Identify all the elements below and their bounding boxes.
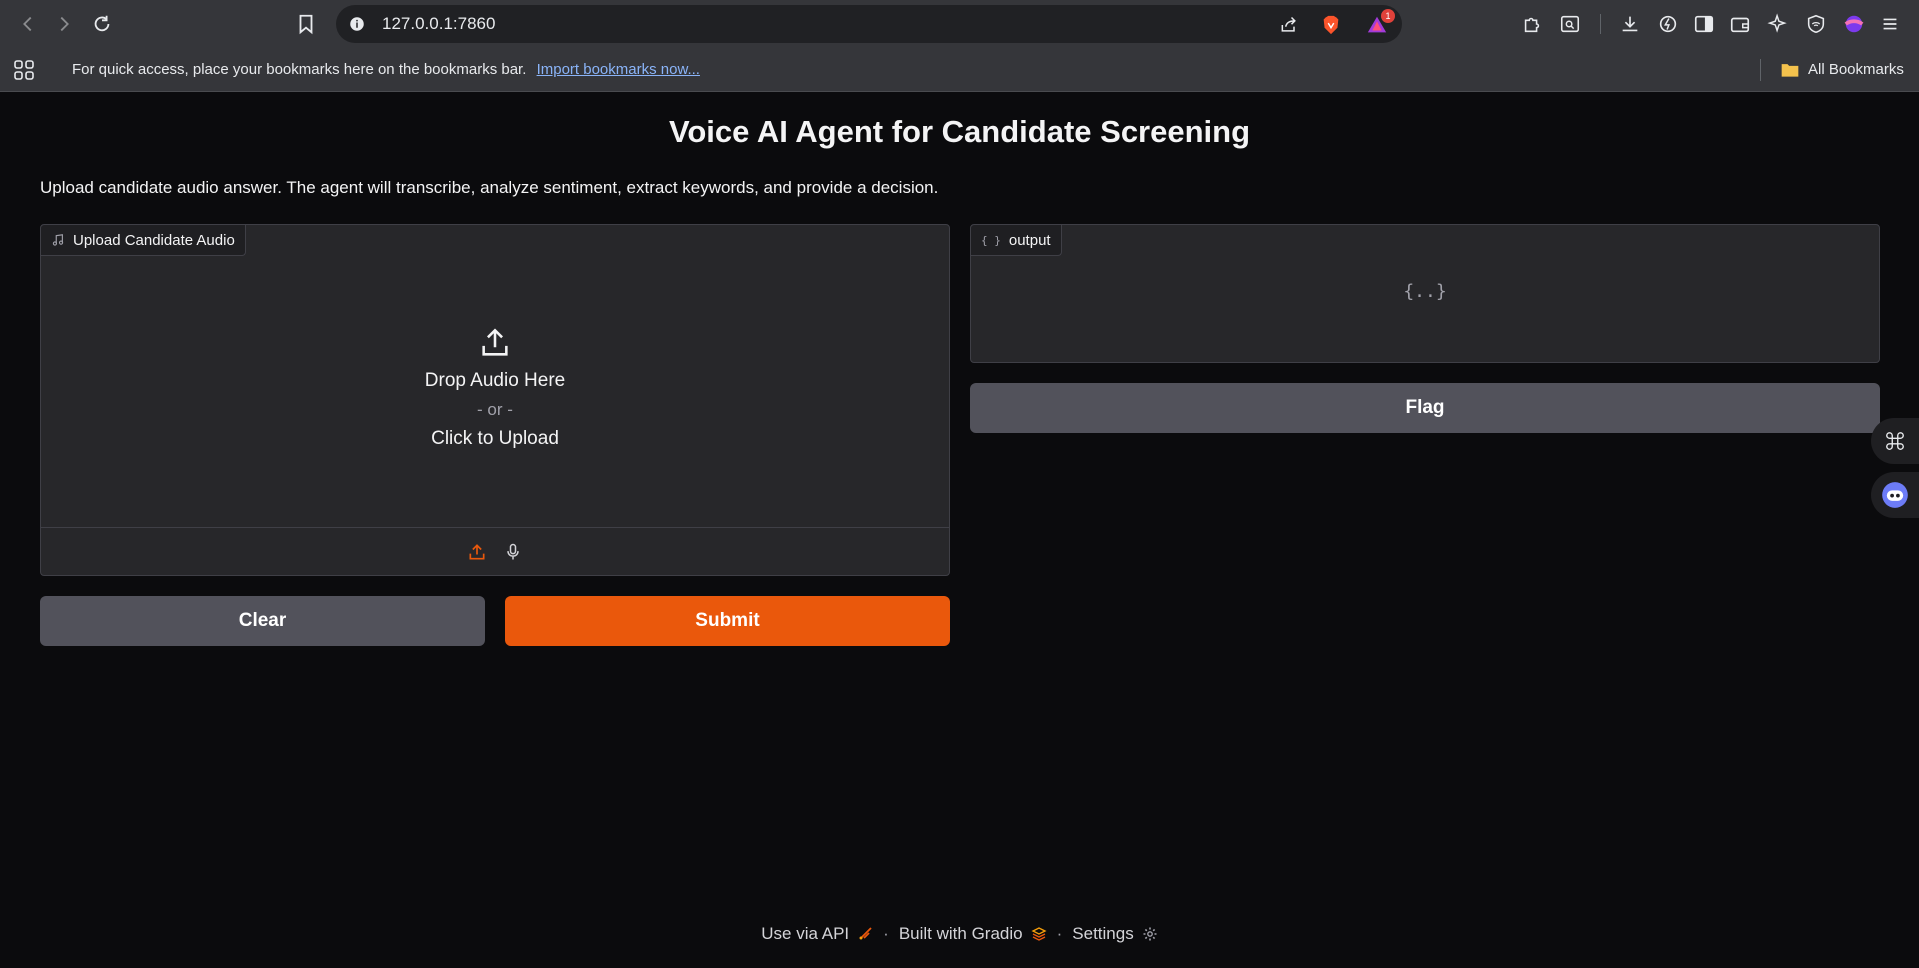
clear-button[interactable]: Clear [40, 596, 485, 646]
reload-button[interactable] [88, 10, 116, 38]
forward-arrow-icon [60, 16, 69, 32]
bookmarks-bar: For quick access, place your bookmarks h… [0, 48, 1919, 92]
import-bookmarks-link[interactable]: Import bookmarks now... [537, 61, 700, 78]
reload-icon [94, 15, 110, 32]
menu-icon[interactable] [1878, 12, 1902, 36]
microphone-source-button[interactable] [502, 541, 524, 563]
floating-command-button[interactable] [1871, 418, 1919, 464]
or-separator-text: - or - [477, 400, 513, 419]
browser-toolbar: 127.0.0.1:7860 1 [0, 0, 1919, 48]
back-button[interactable] [14, 10, 42, 38]
built-with-gradio-label: Built with Gradio [898, 924, 1023, 943]
extensions-icon[interactable] [1520, 12, 1544, 36]
built-with-gradio-link[interactable]: Built with Gradio [899, 924, 1047, 944]
apps-grid-icon[interactable] [12, 58, 36, 82]
json-braces-icon: { } [981, 233, 1001, 247]
address-bar[interactable]: 127.0.0.1:7860 1 [336, 5, 1402, 43]
profile-avatar-icon[interactable] [1842, 12, 1866, 36]
upload-source-icon [469, 543, 485, 559]
page-description: Upload candidate audio answer. The agent… [40, 178, 939, 197]
page-title: Voice AI Agent for Candidate Screening [668, 114, 1251, 149]
forward-button[interactable] [50, 10, 78, 38]
rocket-icon [859, 927, 872, 940]
all-bookmarks-button[interactable]: All Bookmarks [1780, 48, 1904, 92]
upload-icon [482, 328, 508, 356]
leo-ai-icon[interactable] [1766, 12, 1790, 36]
output-label-text: output [1008, 231, 1051, 249]
bookmarks-bar-message: For quick access, place your bookmarks h… [72, 48, 700, 92]
gradio-logo-icon [1031, 927, 1047, 941]
bookmark-page-button[interactable] [292, 10, 320, 38]
bookmarks-hint-text: For quick access, place your bookmarks h… [72, 61, 527, 78]
url-text: 127.0.0.1:7860 [382, 14, 496, 33]
gradio-footer: Use via API · Built with Gradio · Settin… [0, 924, 1919, 944]
drop-audio-text: Drop Audio Here [424, 370, 566, 391]
all-bookmarks-label: All Bookmarks [1808, 61, 1904, 78]
share-icon[interactable] [1278, 14, 1300, 36]
submit-button[interactable]: Submit [505, 596, 950, 646]
back-arrow-icon [23, 16, 32, 32]
click-to-upload-text: Click to Upload [431, 428, 559, 449]
site-info-icon[interactable] [346, 13, 368, 35]
gradio-app: Voice AI Agent for Candidate Screening U… [0, 92, 1919, 968]
sidebar-toggle-icon[interactable] [1692, 12, 1716, 36]
use-via-api-label: Use via API [761, 924, 850, 943]
notification-badge: 1 [1381, 9, 1395, 23]
folder-icon [1781, 64, 1799, 77]
output-label: { } output [971, 225, 1062, 256]
assistant-bot-icon [1882, 482, 1908, 508]
flag-button[interactable]: Flag [970, 383, 1880, 433]
output-panel: { } output {..} [970, 224, 1880, 363]
upload-source-button[interactable] [466, 541, 488, 563]
audio-drop-zone[interactable]: Drop Audio Here - or - Click to Upload [41, 225, 949, 527]
microphone-icon [507, 543, 519, 559]
brave-shields-icon[interactable] [1320, 14, 1342, 36]
vpn-icon[interactable] [1804, 12, 1828, 36]
speedreader-icon[interactable] [1656, 12, 1680, 36]
audio-upload-panel: Upload Candidate Audio Drop Audio Here -… [40, 224, 950, 576]
bookmark-icon [299, 14, 313, 35]
audio-source-selector [41, 527, 949, 575]
wallet-icon[interactable] [1728, 12, 1752, 36]
settings-label: Settings [1072, 924, 1134, 943]
settings-link[interactable]: Settings [1072, 924, 1157, 944]
use-via-api-link[interactable]: Use via API [761, 924, 873, 944]
downloads-icon[interactable] [1618, 12, 1642, 36]
search-tab-icon[interactable] [1558, 12, 1582, 36]
gear-icon [1143, 927, 1157, 941]
floating-assistant-button[interactable] [1871, 472, 1919, 518]
json-empty-placeholder: {..} [1403, 280, 1447, 302]
command-key-icon [1886, 432, 1904, 450]
